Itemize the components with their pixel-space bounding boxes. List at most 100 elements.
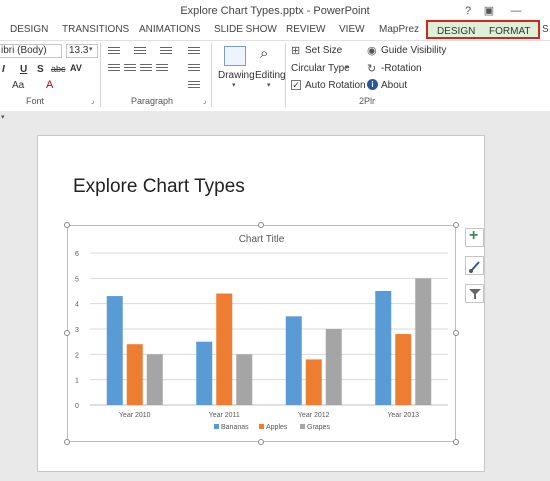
chart-filters-button[interactable]	[465, 284, 484, 303]
info-icon: i	[367, 79, 378, 90]
drawing-button[interactable]: Drawing	[218, 70, 255, 81]
underline-button[interactable]: U	[20, 64, 27, 75]
drawing-shapes-icon[interactable]	[224, 46, 246, 66]
paragraph-group-label: Paragraph	[131, 96, 174, 106]
tab-transitions[interactable]: TRANSITIONS	[62, 24, 129, 35]
y-tick-label: 4	[75, 302, 79, 309]
tab-overflow[interactable]: S	[542, 24, 549, 35]
gridlines	[90, 252, 448, 406]
dialog-launcher-icon[interactable]: ⌟	[91, 97, 94, 105]
rotation-button[interactable]: -Rotation	[381, 63, 422, 74]
chart-legend[interactable]: Bananas Apples Grapes	[214, 424, 330, 431]
data-series	[106, 278, 432, 405]
brush-icon	[469, 261, 480, 273]
tab-view[interactable]: VIEW	[339, 24, 365, 35]
bar-bananas-year-2010	[106, 296, 123, 405]
x-tick-label: Year 2012	[298, 412, 330, 419]
chevron-down-icon[interactable]: ▾	[345, 63, 349, 71]
x-axis-labels: Year 2010 Year 2011 Year 2012 Year 2013	[119, 412, 419, 419]
x-tick-label: Year 2010	[119, 412, 151, 419]
shadow-button[interactable]: S	[37, 64, 44, 75]
set-size-button[interactable]: Set Size	[305, 45, 342, 56]
slide-title[interactable]: Explore Chart Types	[73, 176, 245, 198]
legend-entry: Bananas	[221, 424, 249, 431]
tab-chart-design[interactable]: DESIGN	[437, 26, 475, 37]
tab-slide-show[interactable]: SLIDE SHOW	[214, 24, 277, 35]
bar-grapes-year-2013	[415, 278, 432, 405]
align-text-icon[interactable]	[188, 64, 200, 74]
legend-entry: Apples	[266, 424, 288, 431]
rotation-icon: ↻	[367, 63, 377, 75]
editing-button[interactable]: Editing	[255, 70, 286, 81]
ribbon-display-options-button[interactable]: ▣	[481, 3, 497, 19]
plugin-group-label: 2Plr	[359, 96, 376, 106]
bar-grapes-year-2012	[325, 329, 342, 405]
binoculars-icon[interactable]: ⌕	[260, 45, 268, 62]
tab-review[interactable]: REVIEW	[286, 24, 325, 35]
y-tick-label: 2	[75, 352, 79, 359]
numbering-icon[interactable]	[134, 47, 146, 57]
align-left-icon[interactable]	[108, 64, 120, 74]
bar-grapes-year-2011	[236, 354, 253, 405]
y-axis-ticks: 0 1 2 3 4 5 6	[75, 251, 79, 410]
auto-rotation-label[interactable]: Auto Rotation	[305, 80, 366, 91]
align-right-icon[interactable]	[140, 64, 152, 74]
smartart-icon[interactable]	[188, 81, 200, 91]
legend-swatch	[300, 424, 305, 429]
bar-apples-year-2013	[395, 334, 412, 405]
font-name-field[interactable]: ibri (Body)	[0, 44, 62, 58]
guide-visibility-button[interactable]: Guide Visibility	[381, 45, 446, 56]
font-group-label: Font	[26, 96, 45, 106]
italic-button[interactable]: I	[2, 64, 5, 75]
font-size-field[interactable]: 13.3	[66, 44, 98, 58]
tab-animations[interactable]: ANIMATIONS	[139, 24, 200, 35]
plus-icon: +	[469, 227, 479, 244]
y-tick-label: 1	[75, 378, 79, 385]
x-tick-label: Year 2013	[387, 412, 419, 419]
dialog-launcher-icon[interactable]: ⌟	[203, 97, 206, 105]
group-separator	[285, 43, 286, 107]
bar-grapes-year-2010	[146, 354, 163, 405]
indent-icon[interactable]	[160, 47, 172, 57]
align-center-icon[interactable]	[124, 64, 136, 74]
eye-icon: ◉	[367, 45, 377, 57]
about-button[interactable]: About	[381, 80, 407, 91]
font-color-icon[interactable]: A	[46, 79, 53, 91]
change-case-button[interactable]: Aa	[12, 80, 24, 91]
bar-apples-year-2010	[126, 344, 143, 405]
chart-elements-button[interactable]: +	[465, 227, 484, 247]
help-button[interactable]: ?	[460, 3, 476, 19]
justify-icon[interactable]	[156, 64, 168, 74]
x-tick-label: Year 2011	[209, 412, 240, 419]
bar-apples-year-2012	[305, 359, 322, 405]
text-direction-icon[interactable]	[188, 47, 200, 57]
auto-rotation-checkbox[interactable]: ✓	[291, 80, 301, 90]
y-tick-label: 0	[75, 403, 79, 410]
bar-bananas-year-2011	[196, 341, 213, 405]
chart-title[interactable]: Chart Title	[239, 234, 285, 245]
tab-chart-format[interactable]: FORMAT	[489, 26, 530, 37]
bar-apples-year-2011	[216, 293, 233, 405]
chevron-down-icon[interactable]: ▾	[89, 45, 93, 53]
ruler-marker-icon: ▾	[1, 114, 5, 121]
legend-swatch	[214, 424, 219, 429]
chart-plot: Chart Title 0123456 Year 2010 Year 2011 Ye…	[75, 234, 448, 431]
y-tick-label: 6	[75, 251, 79, 258]
set-size-icon: ⊞	[291, 45, 301, 57]
bullets-icon[interactable]	[108, 47, 120, 57]
tab-design[interactable]: DESIGN	[10, 24, 48, 35]
chevron-down-icon[interactable]: ▾	[232, 81, 236, 89]
chevron-down-icon[interactable]: ▾	[267, 81, 271, 89]
character-spacing-button[interactable]: AV	[70, 63, 82, 73]
legend-swatch	[259, 424, 264, 429]
strikethrough-button[interactable]: abc	[51, 64, 66, 74]
y-tick-label: 3	[75, 327, 79, 334]
chart-styles-button[interactable]	[465, 256, 484, 275]
filter-icon	[469, 289, 481, 299]
group-separator	[211, 43, 212, 107]
tab-mapprez[interactable]: MapPrez	[379, 24, 419, 35]
group-separator	[100, 43, 101, 107]
minimize-button[interactable]: —	[508, 3, 524, 19]
circular-type-dropdown[interactable]: Circular Type	[291, 63, 350, 74]
y-tick-label: 5	[75, 276, 79, 283]
